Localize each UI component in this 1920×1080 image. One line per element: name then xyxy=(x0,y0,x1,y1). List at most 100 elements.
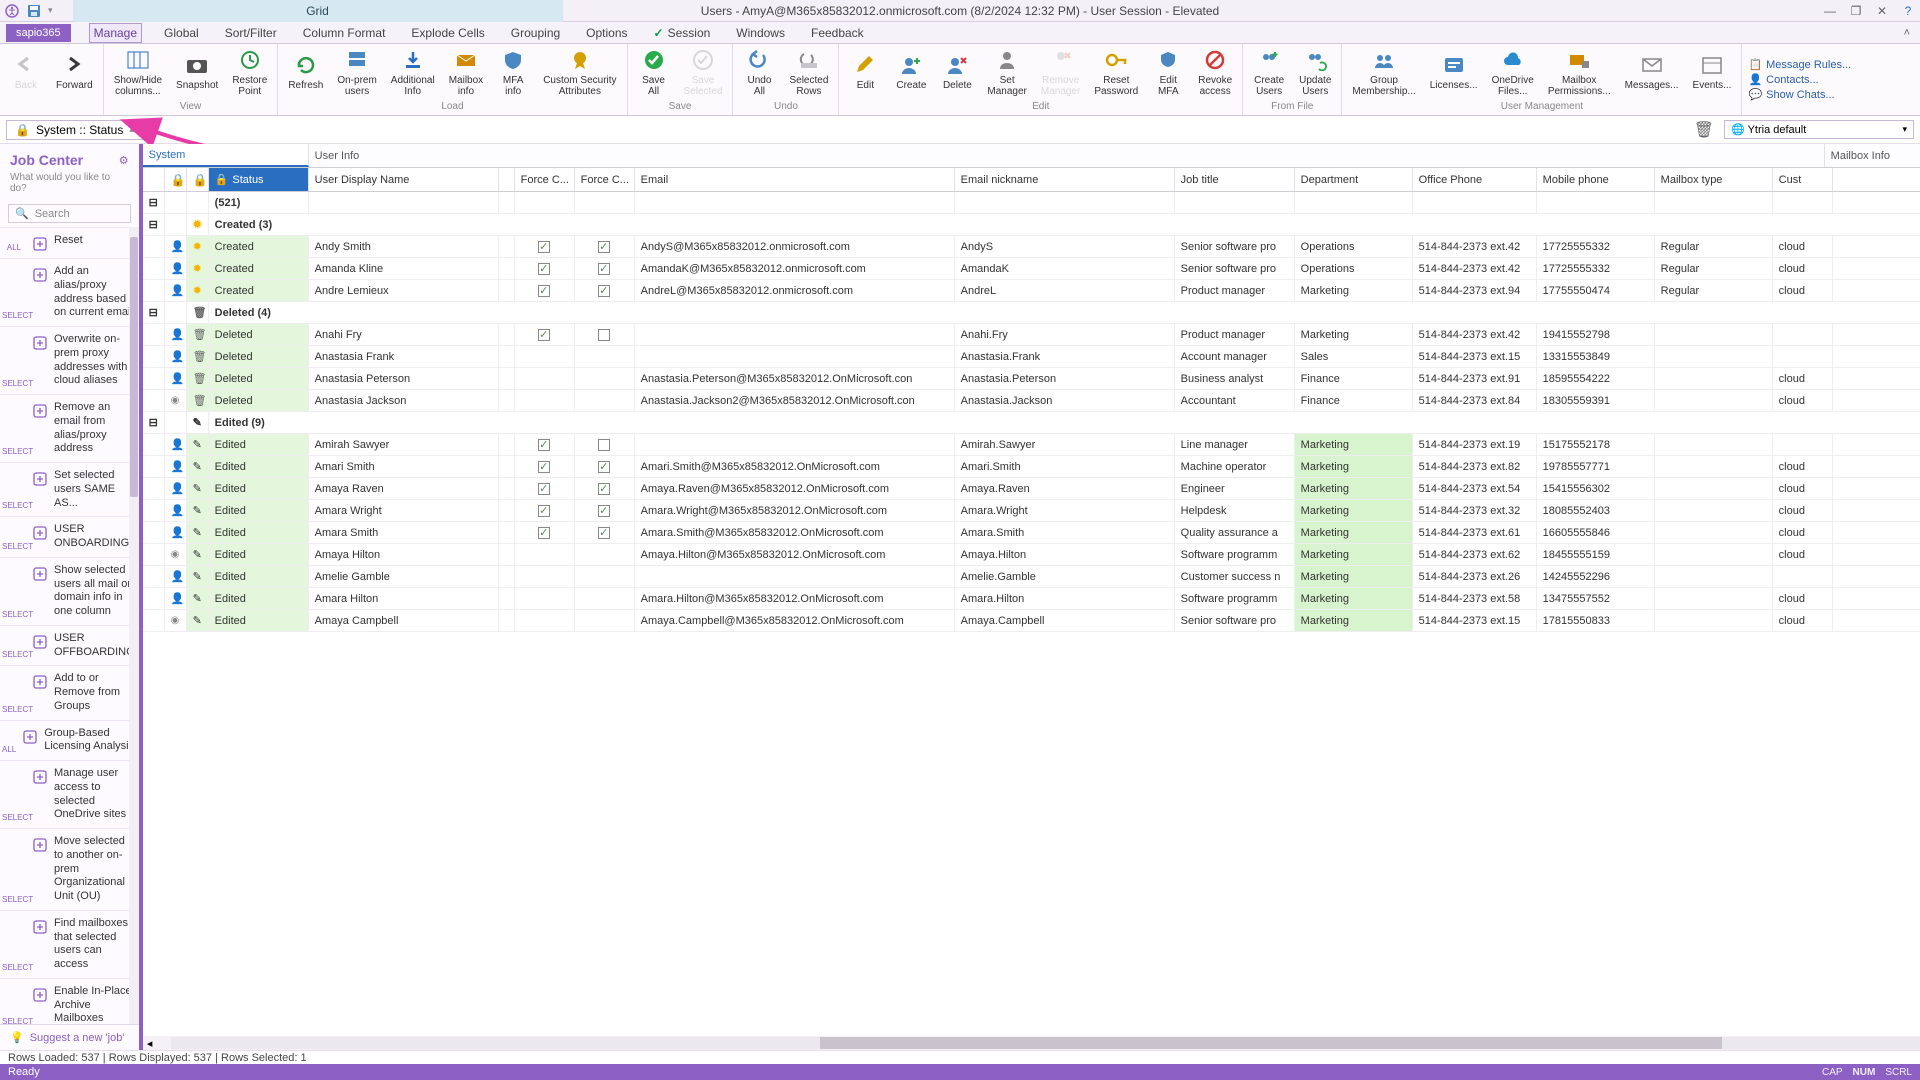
events-button[interactable]: Events... xyxy=(1687,52,1738,93)
header-group-system[interactable]: System xyxy=(143,144,309,167)
checkbox[interactable] xyxy=(598,461,610,473)
job-item[interactable]: SELECT Find mailboxes that selected user… xyxy=(0,910,139,978)
gear-icon[interactable]: ⚙ xyxy=(119,154,129,167)
group-header-row[interactable]: ⊟ 🗑 Deleted (4) xyxy=(143,302,1920,324)
table-row[interactable]: 👤 ✹ Created Andy Smith AndyS@M365x858320… xyxy=(143,236,1920,258)
job-item[interactable]: SELECT Manage user access to selected On… xyxy=(0,760,139,828)
col-email[interactable]: Email xyxy=(635,168,955,191)
col-lock2[interactable]: 🔒 xyxy=(187,168,209,191)
table-row[interactable]: 👤 ✎ Edited Amara Hilton Amara.Hilton@M36… xyxy=(143,588,1920,610)
restore-point-button[interactable]: Restore Point xyxy=(226,47,273,99)
tab-windows[interactable]: Windows xyxy=(732,24,789,42)
onedrive-files-button[interactable]: OneDrive Files... xyxy=(1486,47,1540,99)
table-row[interactable]: ◉ 🗑 Deleted Anastasia Jackson Anastasia.… xyxy=(143,390,1920,412)
custom-security-button[interactable]: Custom Security Attributes xyxy=(537,47,622,99)
minimize-button[interactable]: — xyxy=(1822,3,1838,19)
table-row[interactable]: 👤 ✎ Edited Amirah Sawyer Amirah.Sawyer L… xyxy=(143,434,1920,456)
table-row[interactable]: 👤 ✹ Created Andre Lemieux AndreL@M365x85… xyxy=(143,280,1920,302)
collapse-icon[interactable]: ⊟ xyxy=(149,416,158,429)
checkbox[interactable] xyxy=(598,263,610,275)
tab-session[interactable]: Session xyxy=(650,24,715,42)
job-item[interactable]: SELECT Move selected to another on-prem … xyxy=(0,828,139,910)
job-item[interactable]: SELECT USER ONBOARDING xyxy=(0,516,139,557)
job-scroll-thumb[interactable] xyxy=(130,237,138,497)
col-expand[interactable] xyxy=(143,168,165,191)
job-item[interactable]: SELECT Enable In-Place Archive Mailboxes xyxy=(0,978,139,1024)
job-item[interactable]: SELECT Add to or Remove from Groups xyxy=(0,665,139,719)
grouping-chip[interactable]: 🔒 System :: Status ▴ xyxy=(6,120,143,140)
schema-select[interactable]: 🌐 Ytria default ▾ xyxy=(1724,120,1914,139)
refresh-button[interactable]: Refresh xyxy=(282,52,329,93)
group-total-row[interactable]: ⊟ (521) xyxy=(143,192,1920,214)
job-item[interactable]: SELECT Set selected users SAME AS... xyxy=(0,462,139,516)
table-row[interactable]: 👤 🗑 Deleted Anastasia Frank Anastasia.Fr… xyxy=(143,346,1920,368)
table-row[interactable]: ◉ ✎ Edited Amaya Hilton Amaya.Hilton@M36… xyxy=(143,544,1920,566)
checkbox[interactable] xyxy=(598,505,610,517)
collapse-icon[interactable]: ⊟ xyxy=(149,218,158,231)
col-job[interactable]: Job title xyxy=(1175,168,1295,191)
tab-feedback[interactable]: Feedback xyxy=(807,24,868,42)
grid-body[interactable]: ⊟ (521) ⊟ ✹ Created (3) 👤 ✹ Created Andy… xyxy=(143,192,1920,1036)
close-button[interactable]: ✕ xyxy=(1874,3,1890,19)
checkbox[interactable] xyxy=(538,461,550,473)
table-row[interactable]: 👤 ✎ Edited Amara Wright Amara.Wright@M36… xyxy=(143,500,1920,522)
table-row[interactable]: 👤 ✎ Edited Amara Smith Amara.Smith@M365x… xyxy=(143,522,1920,544)
group-header-row[interactable]: ⊟ ✎ Edited (9) xyxy=(143,412,1920,434)
help-button[interactable]: ? xyxy=(1900,3,1916,19)
showhide-columns-button[interactable]: Show/Hide columns... xyxy=(108,47,168,99)
job-item[interactable]: SELECT Overwrite on-prem proxy addresses… xyxy=(0,326,139,394)
document-tab-grid[interactable]: Grid xyxy=(73,0,563,22)
checkbox[interactable] xyxy=(598,329,610,341)
table-row[interactable]: 👤 ✎ Edited Amaya Raven Amaya.Raven@M365x… xyxy=(143,478,1920,500)
tab-columnformat[interactable]: Column Format xyxy=(299,24,390,42)
job-search-input[interactable]: 🔍 Search xyxy=(8,204,131,223)
col-cust[interactable]: Cust xyxy=(1773,168,1833,191)
tab-sortfilter[interactable]: Sort/Filter xyxy=(221,24,281,42)
mailbox-info-button[interactable]: Mailbox info xyxy=(443,47,489,99)
col-name[interactable]: User Display Name xyxy=(309,168,499,191)
col-nick[interactable]: Email nickname xyxy=(955,168,1175,191)
col-mobile[interactable]: Mobile phone xyxy=(1537,168,1655,191)
job-item[interactable]: ALL Reset xyxy=(0,227,139,258)
checkbox[interactable] xyxy=(598,439,610,451)
save-all-button[interactable]: Save All xyxy=(632,47,676,99)
table-row[interactable]: ◉ ✎ Edited Amaya Campbell Amaya.Campbell… xyxy=(143,610,1920,632)
delete-button[interactable]: Delete xyxy=(935,52,979,93)
create-users-file-button[interactable]: Create Users xyxy=(1247,47,1291,99)
snapshot-button[interactable]: Snapshot xyxy=(170,52,224,93)
ribbon-collapse-icon[interactable]: ˄ xyxy=(1904,27,1910,39)
header-group-mailboxinfo[interactable]: Mailbox Info xyxy=(1825,144,1920,167)
collapse-icon[interactable]: ⊟ xyxy=(149,196,158,209)
job-item[interactable]: ALL Group-Based Licensing Analysis xyxy=(0,720,139,761)
undo-all-button[interactable]: Undo All xyxy=(737,47,781,99)
save-icon[interactable] xyxy=(26,3,42,19)
message-rules-link[interactable]: 📋Message Rules... xyxy=(1748,58,1851,71)
col-m[interactable]: 🔒M. xyxy=(165,168,187,191)
mailbox-permissions-button[interactable]: Mailbox Permissions... xyxy=(1542,47,1617,99)
restore-button[interactable]: ❐ xyxy=(1848,3,1864,19)
hscroll-thumb[interactable] xyxy=(820,1037,1722,1049)
col-force1[interactable]: Force C... xyxy=(515,168,575,191)
group-membership-button[interactable]: Group Membership... xyxy=(1346,47,1421,99)
col-office[interactable]: Office Phone xyxy=(1413,168,1537,191)
checkbox[interactable] xyxy=(598,483,610,495)
reset-password-button[interactable]: Reset Password xyxy=(1088,47,1144,99)
header-group-userinfo[interactable]: User Info xyxy=(309,144,1825,167)
qa-dropdown-icon[interactable]: ▾ xyxy=(48,5,53,16)
col-status[interactable]: 🔒Status xyxy=(209,168,309,191)
checkbox[interactable] xyxy=(598,241,610,253)
create-button[interactable]: Create xyxy=(889,52,933,93)
checkbox[interactable] xyxy=(538,439,550,451)
show-chats-link[interactable]: 💬Show Chats... xyxy=(1748,88,1851,101)
col-force2[interactable]: Force C... xyxy=(575,168,635,191)
collapse-icon[interactable]: ⊟ xyxy=(149,306,158,319)
checkbox[interactable] xyxy=(538,483,550,495)
checkbox[interactable] xyxy=(538,285,550,297)
revoke-access-button[interactable]: Revoke access xyxy=(1192,47,1238,99)
edit-button[interactable]: Edit xyxy=(843,52,887,93)
forward-button[interactable]: Forward xyxy=(50,52,99,93)
table-row[interactable]: 👤 ✹ Created Amanda Kline AmandaK@M365x85… xyxy=(143,258,1920,280)
checkbox[interactable] xyxy=(538,241,550,253)
edit-mfa-button[interactable]: Edit MFA xyxy=(1146,47,1190,99)
clear-grouping-button[interactable]: 🗑 xyxy=(1694,120,1714,140)
